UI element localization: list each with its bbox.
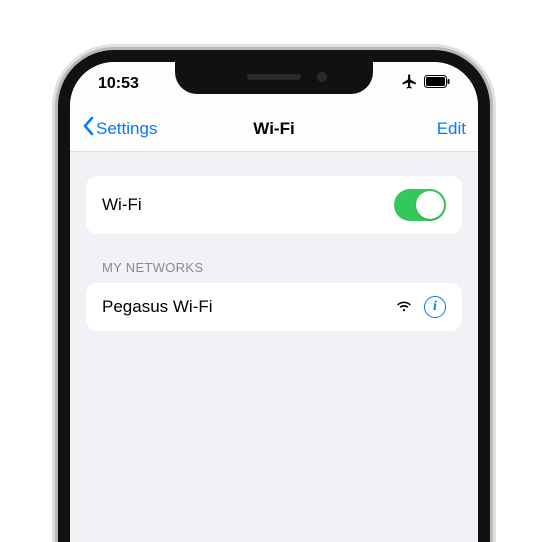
notch xyxy=(175,60,373,94)
network-row-right: i xyxy=(396,296,446,318)
content-area: Wi-Fi MY NETWORKS Pegasus Wi-Fi i xyxy=(70,152,478,331)
status-time: 10:53 xyxy=(98,75,139,93)
airplane-mode-icon xyxy=(401,73,418,95)
screen: 10:53 Settings Wi-Fi Edit W xyxy=(70,62,478,542)
status-right xyxy=(401,73,450,95)
nav-back-button[interactable]: Settings xyxy=(82,116,157,141)
wifi-signal-icon xyxy=(396,297,412,317)
speaker-grille xyxy=(247,74,301,80)
nav-edit-button[interactable]: Edit xyxy=(437,119,466,139)
network-row[interactable]: Pegasus Wi-Fi i xyxy=(86,283,462,331)
phone-frame: 10:53 Settings Wi-Fi Edit W xyxy=(58,50,490,542)
wifi-toggle-switch[interactable] xyxy=(394,189,446,221)
chevron-back-icon xyxy=(82,116,94,141)
battery-icon xyxy=(424,75,450,93)
nav-back-label: Settings xyxy=(96,119,157,139)
nav-title: Wi-Fi xyxy=(253,119,294,139)
front-camera xyxy=(317,72,327,82)
network-info-icon[interactable]: i xyxy=(424,296,446,318)
nav-bar: Settings Wi-Fi Edit xyxy=(70,106,478,152)
my-networks-header: MY NETWORKS xyxy=(102,260,462,275)
wifi-toggle-row[interactable]: Wi-Fi xyxy=(86,176,462,234)
wifi-toggle-label: Wi-Fi xyxy=(102,195,142,215)
network-name: Pegasus Wi-Fi xyxy=(102,297,213,317)
